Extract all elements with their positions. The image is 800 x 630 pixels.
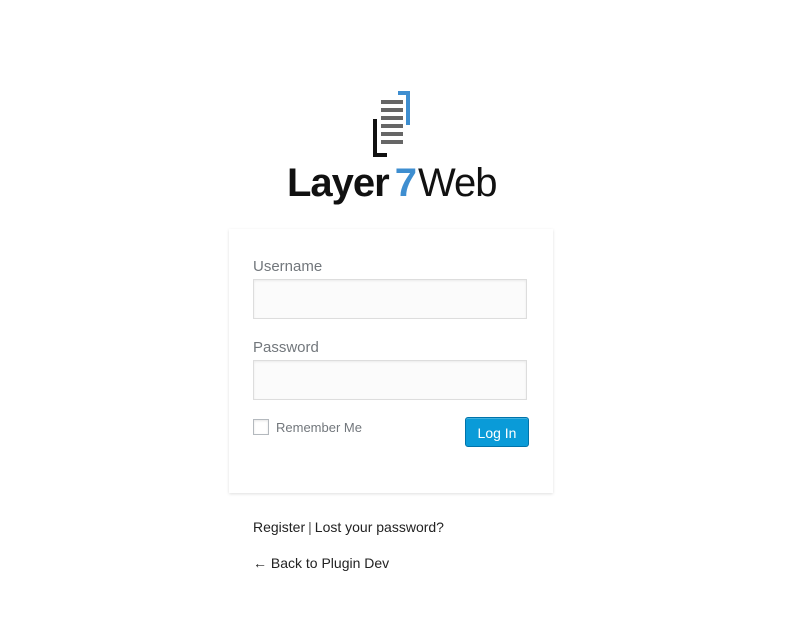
document-stack-icon (373, 91, 410, 157)
logo-word: Layer (287, 161, 390, 205)
login-form: Username Password Remember Me Log In (229, 229, 553, 493)
username-label: Username (253, 258, 323, 275)
password-label: Password (253, 339, 319, 356)
site-logo[interactable]: Layer 7Web (0, 88, 800, 208)
login-page: Layer 7Web Username Password Remember Me … (0, 0, 800, 630)
log-in-button[interactable]: Log In (465, 417, 529, 447)
lost-password-link[interactable]: Lost your password? (315, 519, 444, 535)
register-link[interactable]: Register (253, 519, 305, 535)
logo-wordmark: Layer 7Web (287, 160, 517, 206)
logo-number: 7 (394, 161, 417, 205)
username-input[interactable] (253, 279, 527, 319)
back-to-site-link[interactable]: ← Back to Plugin Dev (253, 555, 389, 571)
link-separator: | (308, 519, 312, 535)
remember-me-label[interactable]: Remember Me (276, 420, 362, 435)
login-nav-links: Register | Lost your password? (253, 519, 444, 535)
remember-me-checkbox[interactable] (253, 419, 269, 435)
logo-suffix: Web (418, 161, 498, 205)
password-input[interactable] (253, 360, 527, 400)
